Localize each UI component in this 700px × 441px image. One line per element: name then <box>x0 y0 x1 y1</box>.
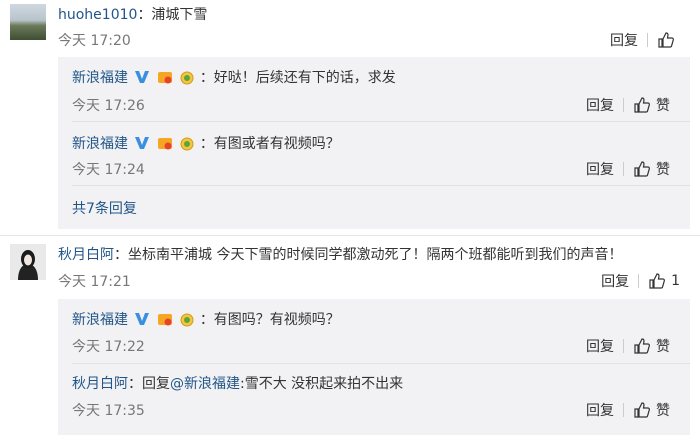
reply-author[interactable]: 秋月白阿 <box>72 376 128 392</box>
reply-divider <box>72 121 690 122</box>
thumbs-up-icon <box>634 402 650 418</box>
comment-actions: 回复 <box>610 30 680 50</box>
divider <box>623 403 624 417</box>
comment-time: 今天 17:21 <box>58 274 131 290</box>
reply-button[interactable]: 回复 <box>586 95 614 115</box>
thumbs-up-icon <box>658 32 674 48</box>
comment-text: ：坐标南平浦城 今天下雪的时候同学都激动死了！隔两个班都能听到我们的声音！ <box>114 247 623 263</box>
divider <box>638 274 640 288</box>
reply-content: 秋月白阿：回复@新浪福建:雪不大 没积起来拍不出来 <box>72 373 403 393</box>
reply-time: 今天 17:26 <box>72 98 145 114</box>
reply-list: 新浪福建 ：好哒！后续还有下的话，求发 今天 17:26 回复 赞 新浪福建 ：… <box>58 57 690 229</box>
thumbs-up-icon <box>649 273 666 289</box>
medal-icon <box>180 137 194 151</box>
like-button[interactable]: 赞 <box>633 159 670 179</box>
comment-actions: 回复 1 <box>601 271 680 291</box>
reply-text: ：有图吗？有视频吗？ <box>199 312 340 328</box>
reply-actions: 回复 赞 <box>586 400 670 420</box>
comment-author[interactable]: huohe1010 <box>58 7 137 23</box>
verified-v-icon <box>135 71 150 83</box>
verified-v-icon <box>135 313 150 325</box>
avatar[interactable] <box>10 4 46 40</box>
thumbs-up-icon <box>634 97 650 113</box>
divider <box>647 33 648 47</box>
reply-text: ：好哒！后续还有下的话，求发 <box>199 70 396 86</box>
reply-divider <box>72 363 690 364</box>
like-label: 赞 <box>656 339 670 355</box>
like-label: 赞 <box>656 162 670 178</box>
comment-author[interactable]: 秋月白阿 <box>58 247 114 263</box>
reply-content: 新浪福建 ：有图吗？有视频吗？ <box>72 309 340 329</box>
medal-icon <box>180 71 194 85</box>
reply-button[interactable]: 回复 <box>586 400 614 420</box>
reply-actions: 回复 赞 <box>586 336 670 356</box>
thumbs-up-icon <box>634 338 650 354</box>
like-label: 赞 <box>656 98 670 114</box>
comment-text: ：浦城下雪 <box>137 7 208 23</box>
like-button[interactable]: 赞 <box>633 400 670 420</box>
reply-text: ：回复 <box>128 376 170 392</box>
comment-divider <box>0 235 700 236</box>
reply-button[interactable]: 回复 <box>586 159 614 179</box>
vip-badge-icon <box>157 72 172 84</box>
reply-text: ：有图或者有视频吗？ <box>199 136 340 152</box>
reply-button[interactable]: 回复 <box>586 336 614 356</box>
like-label: 赞 <box>656 403 670 419</box>
verified-v-icon <box>135 137 150 149</box>
reply-button[interactable]: 回复 <box>610 30 638 50</box>
reply-list: 新浪福建 ：有图吗？有视频吗？ 今天 17:22 回复 赞 秋月白阿：回复@新浪… <box>58 299 690 435</box>
divider <box>623 339 624 353</box>
comment-content: huohe1010：浦城下雪 <box>58 4 207 24</box>
vip-badge-icon <box>157 314 172 326</box>
reply-author[interactable]: 新浪福建 <box>72 136 128 152</box>
vip-badge-icon <box>157 138 172 150</box>
more-replies-link[interactable]: 共7条回复 <box>72 198 137 218</box>
divider <box>623 162 624 176</box>
comment-time: 今天 17:20 <box>58 33 131 49</box>
reply-time: 今天 17:22 <box>72 339 145 355</box>
avatar-portrait-icon <box>10 244 46 280</box>
medal-icon <box>180 313 194 327</box>
divider <box>623 98 624 112</box>
like-button[interactable]: 1 <box>648 272 680 290</box>
reply-author[interactable]: 新浪福建 <box>72 70 128 86</box>
like-button[interactable]: 赞 <box>633 95 670 115</box>
reply-text-continued: :雪不大 没积起来拍不出来 <box>240 376 404 392</box>
thumbs-up-icon <box>634 161 650 177</box>
reply-author[interactable]: 新浪福建 <box>72 312 128 328</box>
reply-content: 新浪福建 ：好哒！后续还有下的话，求发 <box>72 67 396 87</box>
like-button[interactable]: 赞 <box>633 336 670 356</box>
reply-time: 今天 17:24 <box>72 162 145 178</box>
reply-time: 今天 17:35 <box>72 403 145 419</box>
reply-actions: 回复 赞 <box>586 159 670 179</box>
avatar[interactable] <box>10 244 46 280</box>
reply-button[interactable]: 回复 <box>601 271 629 291</box>
reply-actions: 回复 赞 <box>586 95 670 115</box>
like-count: 1 <box>671 273 680 289</box>
mention-link[interactable]: @新浪福建 <box>170 376 240 392</box>
reply-divider <box>72 185 690 186</box>
like-button[interactable] <box>657 31 680 49</box>
comment-content: 秋月白阿：坐标南平浦城 今天下雪的时候同学都激动死了！隔两个班都能听到我们的声音… <box>58 244 622 264</box>
reply-content: 新浪福建 ：有图或者有视频吗？ <box>72 133 340 153</box>
